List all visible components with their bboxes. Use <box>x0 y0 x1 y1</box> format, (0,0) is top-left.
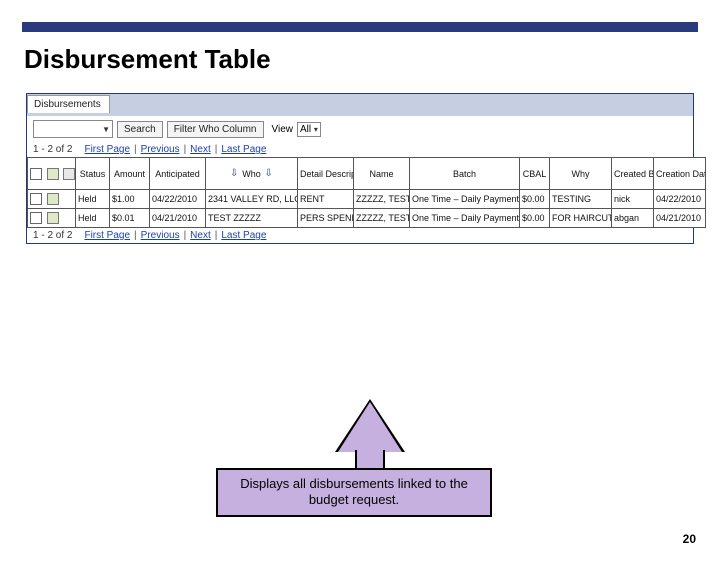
section-header-bar: Disbursements <box>27 94 693 116</box>
search-button[interactable]: Search <box>117 121 163 138</box>
pager-count: 1 - 2 of 2 <box>33 144 72 155</box>
cell-created-by: abgan <box>612 209 654 228</box>
pager-next-link[interactable]: Next <box>190 230 211 241</box>
cell-created-by: nick <box>612 190 654 209</box>
callout-box: Displays all disbursements linked to the… <box>216 468 492 517</box>
cell-name: ZZZZZ, TEST <box>354 209 410 228</box>
cell-name: ZZZZZ, TEST <box>354 190 410 209</box>
cell-creation-date: 04/22/2010 <box>654 190 706 209</box>
pager-count: 1 - 2 of 2 <box>33 230 72 241</box>
cell-status: Held <box>76 209 110 228</box>
col-anticipated[interactable]: Anticipated <box>150 158 206 190</box>
col-why[interactable]: Why <box>550 158 612 190</box>
cell-batch: One Time – Daily Payments <box>410 190 520 209</box>
disbursements-table: Status Amount Anticipated ⇩Who⇩ Detail D… <box>27 157 706 228</box>
pager-first-link[interactable]: First Page <box>84 144 130 155</box>
cell-amount: $0.01 <box>110 209 150 228</box>
pager-top: 1 - 2 of 2 First Page| Previous| Next| L… <box>27 142 693 157</box>
cell-why: FOR HAIRCUT <box>550 209 612 228</box>
filter-who-column-button[interactable]: Filter Who Column <box>167 121 264 138</box>
toolbar: ▼ Search Filter Who Column View All ▾ <box>27 116 693 142</box>
col-amount[interactable]: Amount <box>110 158 150 190</box>
sort-icon: ⇩ <box>263 168 275 180</box>
chevron-down-icon: ▼ <box>102 125 110 134</box>
view-select[interactable]: All ▾ <box>297 122 321 137</box>
cell-anticipated: 04/21/2010 <box>150 209 206 228</box>
pager-last-link[interactable]: Last Page <box>221 144 266 155</box>
callout-arrow <box>338 402 402 452</box>
col-who[interactable]: ⇩Who⇩ <box>206 158 298 190</box>
slide-title: Disbursement Table <box>24 44 720 75</box>
pager-first-link[interactable]: First Page <box>84 230 130 241</box>
col-cbal[interactable]: CBAL <box>520 158 550 190</box>
cell-batch: One Time – Daily Payments <box>410 209 520 228</box>
col-status[interactable]: Status <box>76 158 110 190</box>
pager-prev-link[interactable]: Previous <box>141 144 180 155</box>
chevron-down-icon: ▾ <box>314 125 318 134</box>
row-sheet-icon[interactable] <box>47 212 59 224</box>
folder-icon[interactable] <box>30 168 42 180</box>
col-detail[interactable]: Detail Description <box>298 158 354 190</box>
col-icons <box>28 158 76 190</box>
filter-dropdown[interactable]: ▼ <box>33 120 113 138</box>
cell-anticipated: 04/22/2010 <box>150 190 206 209</box>
callout-arrow-stem <box>355 450 385 470</box>
cell-detail: RENT <box>298 190 354 209</box>
col-name[interactable]: Name <box>354 158 410 190</box>
slide-number: 20 <box>683 532 696 546</box>
cell-status: Held <box>76 190 110 209</box>
view-label: View <box>272 124 294 135</box>
row-open-icon[interactable] <box>30 193 42 205</box>
cell-who: TEST ZZZZZ <box>206 209 298 228</box>
cell-why: TESTING <box>550 190 612 209</box>
col-creation-date[interactable]: Creation Date <box>654 158 706 190</box>
cell-creation-date: 04/21/2010 <box>654 209 706 228</box>
col-batch[interactable]: Batch <box>410 158 520 190</box>
pager-bottom: 1 - 2 of 2 First Page| Previous| Next| L… <box>27 228 693 243</box>
cell-amount: $1.00 <box>110 190 150 209</box>
cell-detail: PERS SPEND <box>298 209 354 228</box>
table-header-row: Status Amount Anticipated ⇩Who⇩ Detail D… <box>28 158 706 190</box>
col-who-label: Who <box>242 169 261 179</box>
pager-next-link[interactable]: Next <box>190 144 211 155</box>
view-select-value: All <box>300 124 311 135</box>
slide-accent-bar <box>22 22 698 32</box>
sort-icon: ⇩ <box>228 168 240 180</box>
pager-prev-link[interactable]: Previous <box>141 230 180 241</box>
table-row[interactable]: Held $1.00 04/22/2010 2341 VALLEY RD, LL… <box>28 190 706 209</box>
cell-who: 2341 VALLEY RD, LLC <box>206 190 298 209</box>
app-window: Disbursements ▼ Search Filter Who Column… <box>26 93 694 244</box>
table-row[interactable]: Held $0.01 04/21/2010 TEST ZZZZZ PERS SP… <box>28 209 706 228</box>
row-open-icon[interactable] <box>30 212 42 224</box>
pager-last-link[interactable]: Last Page <box>221 230 266 241</box>
section-tab-disbursements[interactable]: Disbursements <box>27 95 110 113</box>
col-created-by[interactable]: Created By <box>612 158 654 190</box>
cell-cbal: $0.00 <box>520 190 550 209</box>
cell-cbal: $0.00 <box>520 209 550 228</box>
row-sheet-icon[interactable] <box>47 193 59 205</box>
check-icon[interactable] <box>63 168 75 180</box>
sheet-icon[interactable] <box>47 168 59 180</box>
